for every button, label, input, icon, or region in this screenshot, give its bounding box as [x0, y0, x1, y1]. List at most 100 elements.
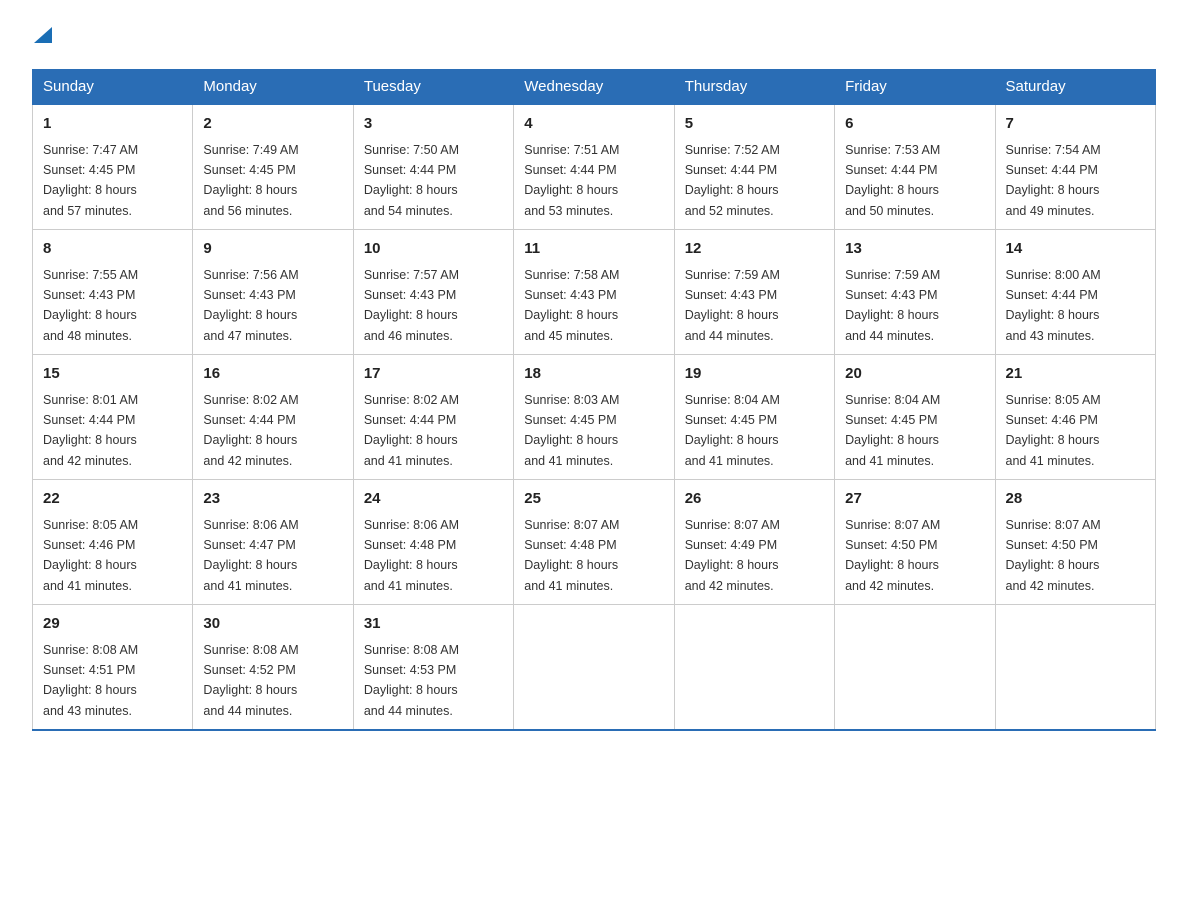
- calendar-cell: 8 Sunrise: 7:55 AMSunset: 4:43 PMDayligh…: [33, 230, 193, 355]
- day-number: 25: [524, 488, 663, 511]
- day-info: Sunrise: 7:59 AMSunset: 4:43 PMDaylight:…: [845, 268, 940, 343]
- calendar-cell: 24 Sunrise: 8:06 AMSunset: 4:48 PMDaylig…: [353, 480, 513, 605]
- day-number: 31: [364, 613, 503, 636]
- calendar-header-row: SundayMondayTuesdayWednesdayThursdayFrid…: [33, 70, 1156, 105]
- calendar-cell: 27 Sunrise: 8:07 AMSunset: 4:50 PMDaylig…: [835, 480, 995, 605]
- header-wednesday: Wednesday: [514, 70, 674, 105]
- day-info: Sunrise: 7:47 AMSunset: 4:45 PMDaylight:…: [43, 143, 138, 218]
- day-number: 11: [524, 238, 663, 261]
- calendar-cell: 28 Sunrise: 8:07 AMSunset: 4:50 PMDaylig…: [995, 480, 1155, 605]
- day-info: Sunrise: 8:07 AMSunset: 4:50 PMDaylight:…: [845, 518, 940, 593]
- day-info: Sunrise: 7:51 AMSunset: 4:44 PMDaylight:…: [524, 143, 619, 218]
- week-row-4: 22 Sunrise: 8:05 AMSunset: 4:46 PMDaylig…: [33, 480, 1156, 605]
- day-number: 15: [43, 363, 182, 386]
- day-number: 2: [203, 113, 342, 136]
- day-info: Sunrise: 7:54 AMSunset: 4:44 PMDaylight:…: [1006, 143, 1101, 218]
- day-number: 18: [524, 363, 663, 386]
- calendar-cell: 2 Sunrise: 7:49 AMSunset: 4:45 PMDayligh…: [193, 104, 353, 230]
- calendar-cell: 29 Sunrise: 8:08 AMSunset: 4:51 PMDaylig…: [33, 605, 193, 731]
- calendar-cell: 11 Sunrise: 7:58 AMSunset: 4:43 PMDaylig…: [514, 230, 674, 355]
- calendar-cell: 13 Sunrise: 7:59 AMSunset: 4:43 PMDaylig…: [835, 230, 995, 355]
- day-number: 30: [203, 613, 342, 636]
- calendar-cell: 12 Sunrise: 7:59 AMSunset: 4:43 PMDaylig…: [674, 230, 834, 355]
- day-info: Sunrise: 8:08 AMSunset: 4:51 PMDaylight:…: [43, 643, 138, 718]
- day-info: Sunrise: 8:07 AMSunset: 4:50 PMDaylight:…: [1006, 518, 1101, 593]
- day-info: Sunrise: 8:01 AMSunset: 4:44 PMDaylight:…: [43, 393, 138, 468]
- day-number: 27: [845, 488, 984, 511]
- day-info: Sunrise: 8:08 AMSunset: 4:53 PMDaylight:…: [364, 643, 459, 718]
- calendar-cell: 7 Sunrise: 7:54 AMSunset: 4:44 PMDayligh…: [995, 104, 1155, 230]
- calendar-cell: 22 Sunrise: 8:05 AMSunset: 4:46 PMDaylig…: [33, 480, 193, 605]
- day-info: Sunrise: 7:59 AMSunset: 4:43 PMDaylight:…: [685, 268, 780, 343]
- header-friday: Friday: [835, 70, 995, 105]
- day-number: 17: [364, 363, 503, 386]
- day-info: Sunrise: 7:57 AMSunset: 4:43 PMDaylight:…: [364, 268, 459, 343]
- day-number: 8: [43, 238, 182, 261]
- day-number: 10: [364, 238, 503, 261]
- day-number: 29: [43, 613, 182, 636]
- calendar-cell: 18 Sunrise: 8:03 AMSunset: 4:45 PMDaylig…: [514, 355, 674, 480]
- day-info: Sunrise: 8:03 AMSunset: 4:45 PMDaylight:…: [524, 393, 619, 468]
- logo-arrow-icon: [34, 23, 52, 48]
- week-row-2: 8 Sunrise: 7:55 AMSunset: 4:43 PMDayligh…: [33, 230, 1156, 355]
- day-info: Sunrise: 7:52 AMSunset: 4:44 PMDaylight:…: [685, 143, 780, 218]
- page-header: [32, 24, 1156, 49]
- calendar-cell: 3 Sunrise: 7:50 AMSunset: 4:44 PMDayligh…: [353, 104, 513, 230]
- day-number: 9: [203, 238, 342, 261]
- calendar-cell: 16 Sunrise: 8:02 AMSunset: 4:44 PMDaylig…: [193, 355, 353, 480]
- day-info: Sunrise: 8:02 AMSunset: 4:44 PMDaylight:…: [203, 393, 298, 468]
- week-row-5: 29 Sunrise: 8:08 AMSunset: 4:51 PMDaylig…: [33, 605, 1156, 731]
- week-row-1: 1 Sunrise: 7:47 AMSunset: 4:45 PMDayligh…: [33, 104, 1156, 230]
- day-number: 12: [685, 238, 824, 261]
- logo: [32, 24, 52, 49]
- day-info: Sunrise: 8:07 AMSunset: 4:49 PMDaylight:…: [685, 518, 780, 593]
- calendar-cell: [674, 605, 834, 731]
- day-info: Sunrise: 8:05 AMSunset: 4:46 PMDaylight:…: [1006, 393, 1101, 468]
- day-info: Sunrise: 8:00 AMSunset: 4:44 PMDaylight:…: [1006, 268, 1101, 343]
- day-number: 5: [685, 113, 824, 136]
- day-number: 20: [845, 363, 984, 386]
- calendar-cell: 25 Sunrise: 8:07 AMSunset: 4:48 PMDaylig…: [514, 480, 674, 605]
- day-number: 23: [203, 488, 342, 511]
- calendar-cell: 10 Sunrise: 7:57 AMSunset: 4:43 PMDaylig…: [353, 230, 513, 355]
- day-number: 13: [845, 238, 984, 261]
- day-info: Sunrise: 7:56 AMSunset: 4:43 PMDaylight:…: [203, 268, 298, 343]
- calendar-cell: 19 Sunrise: 8:04 AMSunset: 4:45 PMDaylig…: [674, 355, 834, 480]
- calendar-table: SundayMondayTuesdayWednesdayThursdayFrid…: [32, 69, 1156, 731]
- calendar-cell: 20 Sunrise: 8:04 AMSunset: 4:45 PMDaylig…: [835, 355, 995, 480]
- calendar-cell: 26 Sunrise: 8:07 AMSunset: 4:49 PMDaylig…: [674, 480, 834, 605]
- calendar-cell: 31 Sunrise: 8:08 AMSunset: 4:53 PMDaylig…: [353, 605, 513, 731]
- calendar-cell: 9 Sunrise: 7:56 AMSunset: 4:43 PMDayligh…: [193, 230, 353, 355]
- day-number: 3: [364, 113, 503, 136]
- calendar-cell: 15 Sunrise: 8:01 AMSunset: 4:44 PMDaylig…: [33, 355, 193, 480]
- calendar-cell: 14 Sunrise: 8:00 AMSunset: 4:44 PMDaylig…: [995, 230, 1155, 355]
- header-tuesday: Tuesday: [353, 70, 513, 105]
- day-number: 1: [43, 113, 182, 136]
- day-number: 19: [685, 363, 824, 386]
- calendar-cell: 30 Sunrise: 8:08 AMSunset: 4:52 PMDaylig…: [193, 605, 353, 731]
- calendar-cell: 6 Sunrise: 7:53 AMSunset: 4:44 PMDayligh…: [835, 104, 995, 230]
- day-info: Sunrise: 7:50 AMSunset: 4:44 PMDaylight:…: [364, 143, 459, 218]
- day-number: 26: [685, 488, 824, 511]
- day-info: Sunrise: 8:05 AMSunset: 4:46 PMDaylight:…: [43, 518, 138, 593]
- day-info: Sunrise: 8:04 AMSunset: 4:45 PMDaylight:…: [845, 393, 940, 468]
- day-number: 22: [43, 488, 182, 511]
- day-number: 6: [845, 113, 984, 136]
- day-info: Sunrise: 7:49 AMSunset: 4:45 PMDaylight:…: [203, 143, 298, 218]
- day-info: Sunrise: 8:02 AMSunset: 4:44 PMDaylight:…: [364, 393, 459, 468]
- day-number: 28: [1006, 488, 1145, 511]
- day-number: 24: [364, 488, 503, 511]
- calendar-cell: [995, 605, 1155, 731]
- day-info: Sunrise: 8:08 AMSunset: 4:52 PMDaylight:…: [203, 643, 298, 718]
- day-number: 7: [1006, 113, 1145, 136]
- calendar-cell: [514, 605, 674, 731]
- day-number: 21: [1006, 363, 1145, 386]
- day-info: Sunrise: 8:06 AMSunset: 4:48 PMDaylight:…: [364, 518, 459, 593]
- calendar-cell: 23 Sunrise: 8:06 AMSunset: 4:47 PMDaylig…: [193, 480, 353, 605]
- calendar-cell: 5 Sunrise: 7:52 AMSunset: 4:44 PMDayligh…: [674, 104, 834, 230]
- calendar-cell: [835, 605, 995, 731]
- day-info: Sunrise: 7:58 AMSunset: 4:43 PMDaylight:…: [524, 268, 619, 343]
- day-number: 14: [1006, 238, 1145, 261]
- day-info: Sunrise: 8:04 AMSunset: 4:45 PMDaylight:…: [685, 393, 780, 468]
- header-sunday: Sunday: [33, 70, 193, 105]
